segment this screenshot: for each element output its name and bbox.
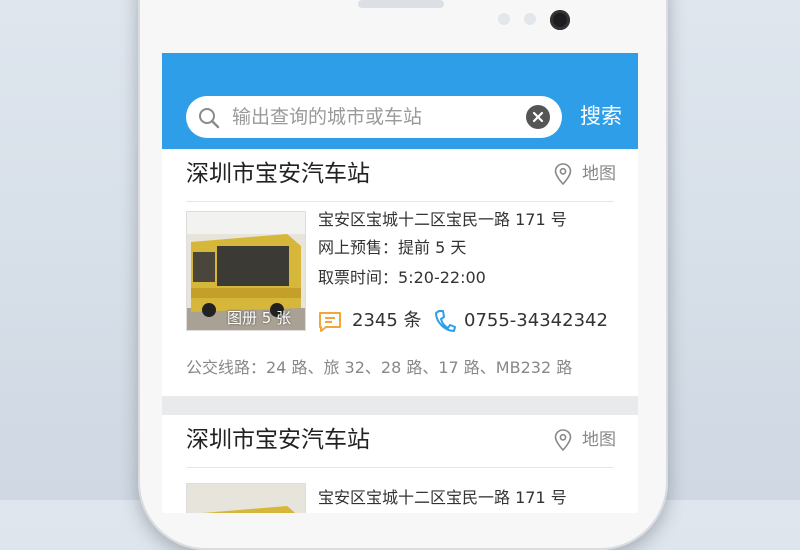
station-photo[interactable] [186,483,306,513]
map-label: 地图 [582,430,616,450]
top-bar: 输出查询的城市或车站 搜索 [162,53,638,149]
comment-icon[interactable] [318,311,342,333]
divider [186,467,614,468]
search-placeholder: 输出查询的城市或车站 [232,106,423,128]
ticket-time-label: 取票时间： [318,268,399,287]
station-address: 宝安区宝城十二区宝民一路 171 号 [318,488,567,507]
sensor-dot [524,13,536,25]
map-label: 地图 [582,164,616,184]
presale-value: 提前 5 天 [398,238,467,257]
comment-count[interactable]: 2345 条 [352,309,422,333]
phone-icon[interactable] [434,309,456,333]
photo-count: 图册 5 张 [227,309,292,327]
station-card[interactable]: 深圳市宝安汽车站 地图 图册 5 张 宝安区宝城十二区宝民一路 171 号 网上… [162,149,638,396]
clear-icon[interactable] [526,105,550,129]
station-name: 深圳市宝安汽车站 [186,161,370,187]
app-screen: 输出查询的城市或车站 搜索 深圳市宝安汽车站 地图 图册 5 张 宝安区宝城十二… [162,53,638,513]
presale-info: 网上预售：提前 5 天 [318,237,466,259]
station-photo[interactable]: 图册 5 张 [186,211,306,331]
search-icon [199,108,220,129]
station-card[interactable]: 深圳市宝安汽车站 地图 宝安区宝城十二区宝民一路 171 号 [162,415,638,513]
station-name: 深圳市宝安汽车站 [186,427,370,453]
presale-label: 网上预售： [318,238,399,257]
divider [186,201,614,202]
pin-icon [554,429,572,451]
station-address: 宝安区宝城十二区宝民一路 171 号 [318,210,567,229]
ticket-time-info: 取票时间：5:20-22:00 [318,267,486,289]
speaker-grill [358,0,444,8]
search-button[interactable]: 搜索 [580,101,622,131]
bus-routes: 公交线路：24 路、旅 32、28 路、17 路、MB232 路 [186,357,572,379]
routes-label: 公交线路： [186,358,267,377]
front-camera [550,10,570,30]
ticket-time-value: 5:20-22:00 [398,268,486,287]
bus-image [187,484,305,513]
pin-icon [554,163,572,185]
search-input[interactable]: 输出查询的城市或车站 [186,96,562,138]
phone-number[interactable]: 0755-34342342 [464,309,608,333]
routes-value: 24 路、旅 32、28 路、17 路、MB232 路 [266,358,573,377]
sensor-dot [498,13,510,25]
